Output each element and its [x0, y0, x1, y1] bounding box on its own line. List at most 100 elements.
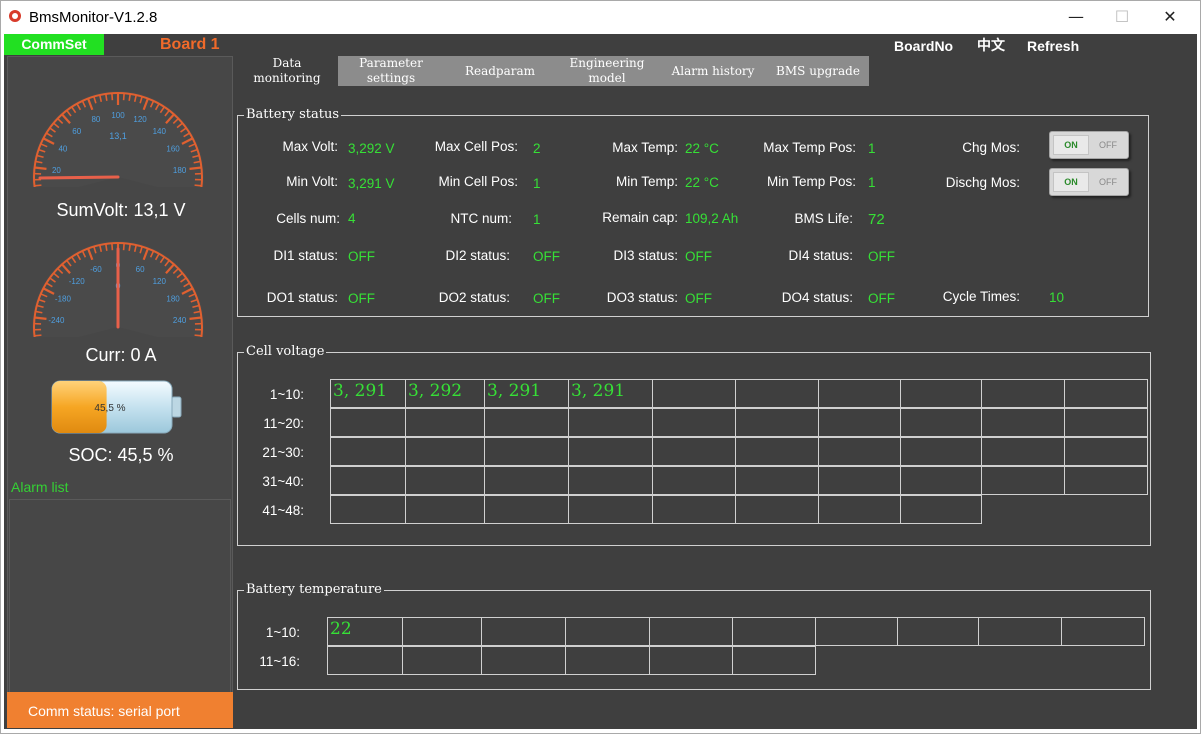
cell-voltage-cell: [652, 379, 736, 408]
cell-voltage-cell: [818, 437, 901, 466]
chg-mos-toggle[interactable]: ON OFF: [1049, 131, 1129, 159]
cell-voltage-cell: [330, 408, 406, 437]
cell-voltage-cell: [568, 466, 653, 495]
temperature-cell: [732, 617, 816, 646]
ntc-num-label: NTC num:: [450, 211, 512, 226]
cell-voltage-row-label: 21~30:: [262, 445, 304, 460]
bms-life-value: 72: [868, 211, 885, 228]
min-volt-label: Min Volt:: [286, 174, 338, 189]
left-panel: 02040608010012014016018020013,1 SumVolt:…: [7, 56, 233, 728]
do2-value: OFF: [533, 291, 560, 306]
cell-voltage-cell: [652, 466, 736, 495]
cell-voltage-cell: [735, 437, 819, 466]
cell-voltage-cell: 3, 291: [330, 379, 406, 408]
max-cell-pos-value: 2: [533, 141, 541, 156]
cell-voltage-cell: [484, 466, 569, 495]
min-temp-pos-label: Min Temp Pos:: [766, 174, 856, 189]
cell-voltage-cell: [981, 379, 1065, 408]
cell-voltage-cell: 3, 291: [484, 379, 569, 408]
gauge-tick-label: -120: [69, 277, 86, 286]
max-volt-value: 3,292 V: [348, 141, 395, 156]
do1-value: OFF: [348, 291, 375, 306]
gauge-tick-label: 120: [153, 277, 167, 286]
max-temp-pos-label: Max Temp Pos:: [763, 140, 856, 155]
title-bar[interactable]: BmsMonitor-V1.2.8 — ☐ ✕: [1, 1, 1200, 34]
cell-voltage-cell: [735, 379, 819, 408]
gauge-tick: [194, 334, 202, 337]
boardno-button[interactable]: BoardNo: [894, 36, 953, 56]
min-temp-label: Min Temp:: [615, 174, 678, 189]
cell-voltage-cell: [900, 437, 982, 466]
dischg-mos-toggle[interactable]: ON OFF: [1049, 168, 1129, 196]
do3-label: DO3 status:: [606, 290, 678, 305]
di1-label: DI1 status:: [273, 248, 338, 263]
gauge-tick-label: 180: [173, 166, 187, 175]
gauge-tick-label: 80: [91, 115, 100, 124]
tab-bms-upgrade[interactable]: BMS upgrade: [768, 56, 868, 86]
toggle-on-label: ON: [1053, 135, 1089, 155]
toggle-off-label: OFF: [1099, 177, 1117, 187]
cell-voltage-cell: [405, 495, 485, 524]
client-area: Board 1 02040608010012014016018020013,1 …: [4, 34, 1197, 729]
cell-voltage-cell: [818, 466, 901, 495]
gauge-tick-label: 140: [153, 127, 167, 136]
cell-voltage-cell: [981, 466, 1065, 495]
temperature-cell: [565, 617, 650, 646]
min-temp-value: 22 °C: [685, 175, 719, 190]
cell-voltage-cell: [1064, 466, 1148, 495]
do4-label: DO4 status:: [781, 290, 853, 305]
min-cell-pos-label: Min Cell Pos:: [438, 174, 518, 189]
commset-button[interactable]: CommSet: [4, 34, 104, 55]
alarm-list-title: Alarm list: [11, 479, 69, 495]
battery-temperature-group: Battery temperature 1~10: 22 11~16:: [237, 582, 1151, 690]
cell-voltage-cell: [900, 408, 982, 437]
cell-voltage-cell: [818, 495, 901, 524]
cell-voltage-cell: [900, 379, 982, 408]
tab-data-monitoring[interactable]: Data monitoring: [236, 56, 338, 86]
gauge-tick: [189, 316, 202, 320]
gauge-tick-label: 180: [166, 295, 180, 304]
language-button[interactable]: 中文: [977, 36, 1005, 56]
tab-bar: Data monitoring Parameter settings Readp…: [236, 56, 869, 86]
cell-voltage-group: Cell voltage 1~10: 3, 291 3, 292 3, 291 3, 2…: [237, 344, 1151, 546]
tab-parameter-settings[interactable]: Parameter settings: [338, 56, 444, 86]
cell-voltage-cell: [484, 495, 569, 524]
tab-readparam[interactable]: Readparam: [444, 56, 556, 86]
remain-cap-value: 109,2 Ah: [685, 211, 739, 226]
cell-voltage-cell: [735, 495, 819, 524]
cell-voltage-cell: [568, 437, 653, 466]
chg-mos-label: Chg Mos:: [962, 140, 1020, 155]
gauge-tick: [111, 93, 114, 101]
minimize-button[interactable]: —: [1053, 5, 1099, 29]
gauge-tick: [122, 93, 125, 101]
close-button[interactable]: ✕: [1147, 5, 1193, 29]
gauge-tick-label: 100: [111, 111, 125, 120]
ntc-num-value: 1: [533, 212, 541, 227]
do4-value: OFF: [868, 291, 895, 306]
tab-alarm-history[interactable]: Alarm history: [658, 56, 768, 86]
gauge-tick-label: 160: [166, 145, 180, 154]
app-window: BmsMonitor-V1.2.8 — ☐ ✕ Board 1 02040608…: [0, 0, 1201, 734]
tab-engineering-model[interactable]: Engineering model: [556, 56, 658, 86]
gauge-tick: [34, 316, 47, 320]
max-volt-label: Max Volt:: [282, 139, 338, 154]
cell-voltage-cell: [652, 437, 736, 466]
temperature-cell: [732, 646, 816, 675]
temperature-cell: [649, 617, 733, 646]
maximize-button[interactable]: ☐: [1099, 5, 1145, 29]
cell-voltage-cell: [484, 437, 569, 466]
remain-cap-label: Remain cap:: [602, 210, 678, 225]
window-title: BmsMonitor-V1.2.8: [29, 9, 158, 26]
cell-voltage-cell: [484, 408, 569, 437]
battery-status-group: Battery status Max Volt: 3,292 V Min Vol…: [237, 107, 1149, 317]
cell-voltage-cell: [735, 408, 819, 437]
alarm-list[interactable]: [9, 499, 231, 711]
comm-status-bar: Comm status: serial port: [7, 692, 233, 728]
cell-voltage-cell: [330, 437, 406, 466]
temperature-cell: [1061, 617, 1145, 646]
battery-temperature-title: Battery temperature: [244, 582, 384, 597]
cycle-times-value: 10: [1049, 290, 1065, 305]
refresh-button[interactable]: Refresh: [1027, 36, 1079, 56]
sumvolt-label: SumVolt: 13,1 V: [56, 200, 186, 220]
cell-voltage-cell: 3, 291: [568, 379, 653, 408]
